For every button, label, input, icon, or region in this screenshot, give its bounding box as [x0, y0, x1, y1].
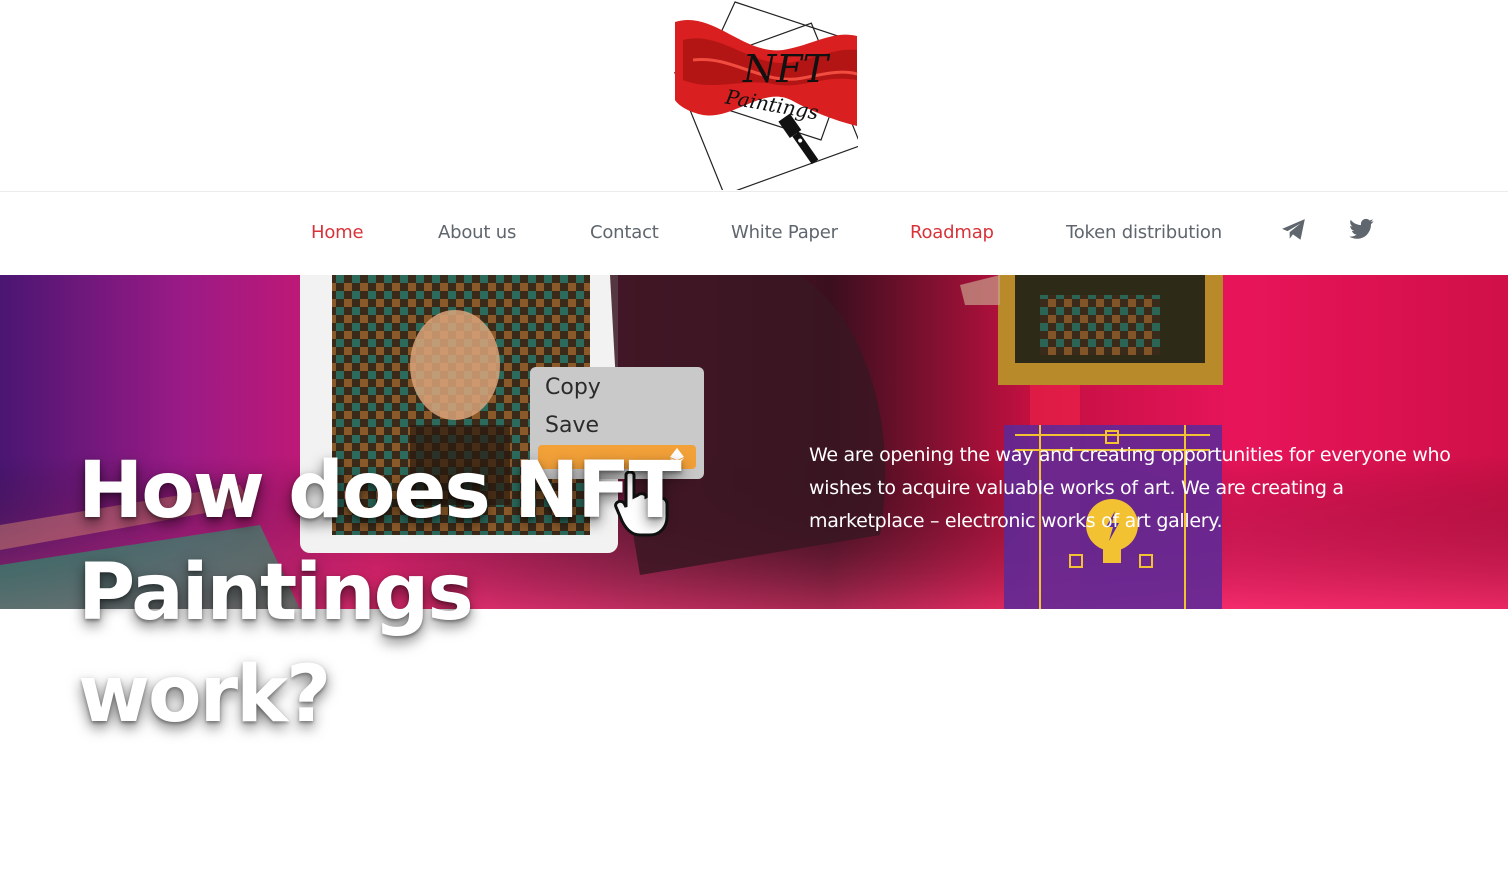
logo-text-nft: NFT	[742, 47, 831, 91]
hero-headline: How does NFT Paintings work?	[78, 446, 682, 740]
main-nav: Home About us Contact White Paper Roadma…	[0, 193, 1508, 275]
nav-home[interactable]: Home	[311, 222, 364, 243]
twitter-icon[interactable]	[1349, 218, 1375, 242]
nft-paintings-logo[interactable]: NFT Paintings	[673, 0, 858, 190]
nav-contact[interactable]: Contact	[590, 222, 659, 243]
context-menu-save: Save	[545, 413, 600, 438]
hero-description: We are opening the way and creating oppo…	[809, 444, 1451, 532]
nav-token-distribution[interactable]: Token distribution	[1066, 222, 1222, 243]
telegram-icon[interactable]	[1281, 218, 1307, 242]
nav-about-us[interactable]: About us	[438, 222, 516, 243]
nav-roadmap[interactable]: Roadmap	[910, 222, 994, 243]
logo-bar: NFT Paintings	[0, 0, 1508, 192]
nav-white-paper[interactable]: White Paper	[731, 222, 838, 243]
context-menu-copy: Copy	[545, 375, 601, 400]
